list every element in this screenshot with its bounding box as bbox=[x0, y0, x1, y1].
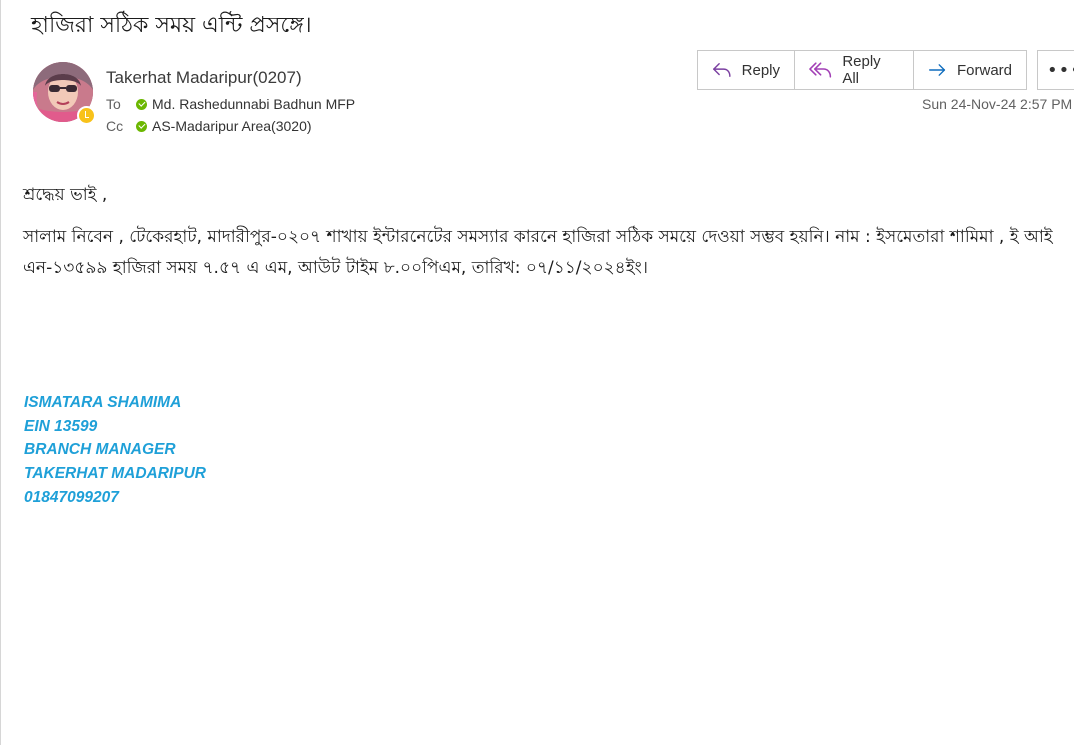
reply-label: Reply bbox=[741, 61, 780, 79]
sender-name[interactable]: Takerhat Madaripur(0207) bbox=[106, 68, 302, 88]
cc-recipient[interactable]: AS-Madaripur Area(3020) bbox=[152, 118, 312, 134]
cc-label: Cc bbox=[106, 118, 124, 134]
forward-label: Forward bbox=[956, 61, 1012, 79]
forward-button[interactable]: Forward bbox=[914, 51, 1026, 89]
sent-date: Sun 24-Nov-24 2:57 PM bbox=[922, 96, 1073, 112]
available-status-icon bbox=[136, 98, 147, 110]
reply-icon bbox=[713, 63, 731, 77]
reply-all-button[interactable]: Reply All bbox=[795, 51, 914, 89]
signature-phone[interactable]: 01847099207 bbox=[24, 486, 206, 510]
more-icon: ••• bbox=[1047, 59, 1074, 81]
to-recipient[interactable]: Md. Rashedunnabi Badhun MFP bbox=[152, 96, 355, 112]
body-paragraph: সালাম নিবেন , টেকেরহাট, মাদারীপুর-০২০৭ শ… bbox=[23, 227, 1053, 278]
to-row: To Md. Rashedunnabi Badhun MFP bbox=[106, 96, 355, 112]
greeting: শ্রদ্ধেয় ভাই , bbox=[23, 185, 108, 205]
available-status-icon bbox=[136, 120, 147, 132]
email-subject: হাজিরা সঠিক সময় এন্টি প্রসঙ্গে। bbox=[31, 13, 312, 38]
signature: ISMATARA SHAMIMA EIN 13599 BRANCH MANAGE… bbox=[24, 391, 206, 510]
signature-branch: TAKERHAT MADARIPUR bbox=[24, 465, 206, 483]
reply-all-label: Reply All bbox=[842, 53, 881, 87]
presence-away-icon bbox=[77, 106, 96, 125]
email-reading-pane: হাজিরা সঠিক সময় এন্টি প্রসঙ্গে। Takerha… bbox=[0, 0, 1074, 745]
cc-row: Cc AS-Madaripur Area(3020) bbox=[106, 118, 312, 134]
reply-button[interactable]: Reply bbox=[698, 51, 795, 89]
signature-name: ISMATARA SHAMIMA bbox=[24, 394, 182, 411]
signature-title: BRANCH MANAGER bbox=[24, 441, 176, 459]
signature-ein: EIN 13599 bbox=[24, 417, 98, 435]
forward-icon bbox=[929, 64, 946, 76]
message-actions: Reply Reply All Forward bbox=[697, 50, 1027, 90]
reply-all-icon bbox=[809, 62, 832, 78]
to-label: To bbox=[106, 96, 121, 112]
more-actions-button[interactable]: ••• bbox=[1037, 50, 1074, 90]
